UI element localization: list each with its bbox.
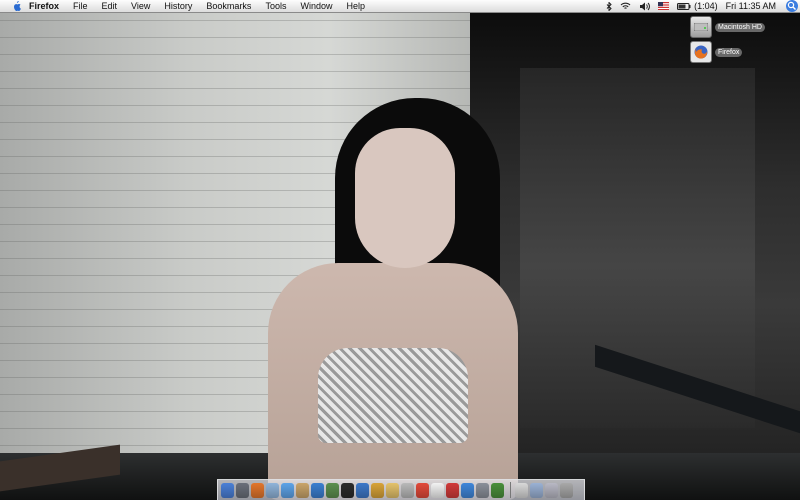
dock-apps bbox=[221, 482, 506, 498]
menu-help[interactable]: Help bbox=[339, 0, 372, 12]
desktop-wallpaper bbox=[0, 13, 800, 500]
dock-separator bbox=[510, 482, 511, 498]
battery-icon bbox=[677, 2, 691, 10]
wallpaper-figure-clothing bbox=[318, 348, 468, 443]
apple-logo-icon[interactable] bbox=[11, 1, 21, 11]
us-flag-icon[interactable] bbox=[658, 2, 670, 10]
dock-stacks bbox=[515, 482, 575, 498]
firefox-icon[interactable] bbox=[251, 482, 264, 498]
menu-clock[interactable]: Fri 11:35 AM bbox=[726, 1, 776, 11]
mail-icon[interactable] bbox=[266, 482, 279, 498]
menu-bookmarks[interactable]: Bookmarks bbox=[199, 0, 258, 12]
address-book-icon[interactable] bbox=[296, 482, 309, 498]
idvd-icon[interactable] bbox=[356, 482, 369, 498]
downloads-stack-icon[interactable] bbox=[515, 482, 528, 498]
preview-icon[interactable] bbox=[401, 482, 414, 498]
menu-edit[interactable]: Edit bbox=[95, 0, 125, 12]
menu-bar: Firefox File Edit View History Bookmarks… bbox=[0, 0, 800, 13]
menu-extras: (1:04) Fri 11:35 AM bbox=[598, 0, 800, 12]
ical-icon[interactable] bbox=[416, 482, 429, 498]
dock bbox=[217, 479, 585, 500]
desktop-icon-label: Firefox bbox=[715, 47, 743, 57]
trash-icon[interactable] bbox=[560, 482, 573, 498]
wifi-icon[interactable] bbox=[620, 2, 631, 10]
imovie-icon[interactable] bbox=[341, 482, 354, 498]
documents-stack-icon[interactable] bbox=[530, 482, 543, 498]
spotlight-icon[interactable] bbox=[786, 0, 798, 12]
battery-time: (1:04) bbox=[694, 1, 718, 11]
wallpaper-figure-face bbox=[355, 128, 455, 268]
finder-icon[interactable] bbox=[221, 482, 234, 498]
textedit-icon[interactable] bbox=[431, 482, 444, 498]
desktop-icon-firefox[interactable]: Firefox bbox=[690, 41, 743, 63]
iphoto-icon[interactable] bbox=[326, 482, 339, 498]
system-preferences-icon[interactable] bbox=[476, 482, 489, 498]
desktop-icon-label: Macintosh HD bbox=[715, 22, 765, 32]
menu-view[interactable]: View bbox=[124, 0, 157, 12]
desktop-icon-macintosh-hd[interactable]: Macintosh HD bbox=[690, 16, 765, 38]
firefox-icon bbox=[690, 41, 712, 63]
dashboard-icon[interactable] bbox=[236, 482, 249, 498]
hard-drive-icon bbox=[690, 16, 712, 38]
garageband-icon[interactable] bbox=[371, 482, 384, 498]
ichat-icon[interactable] bbox=[281, 482, 294, 498]
photo-booth-icon[interactable] bbox=[446, 482, 459, 498]
folder-icon[interactable] bbox=[386, 482, 399, 498]
battery-status[interactable]: (1:04) bbox=[677, 1, 718, 11]
menu-app-firefox[interactable]: Firefox bbox=[29, 0, 66, 12]
menu-window[interactable]: Window bbox=[293, 0, 339, 12]
network-icon[interactable] bbox=[491, 482, 504, 498]
applications-stack-icon[interactable] bbox=[545, 482, 558, 498]
menu-tools[interactable]: Tools bbox=[258, 0, 293, 12]
itunes-icon[interactable] bbox=[311, 482, 324, 498]
bluetooth-icon[interactable] bbox=[606, 1, 612, 11]
menu-file[interactable]: File bbox=[66, 0, 95, 12]
volume-icon[interactable] bbox=[639, 2, 650, 11]
safari-icon[interactable] bbox=[461, 482, 474, 498]
menu-history[interactable]: History bbox=[157, 0, 199, 12]
